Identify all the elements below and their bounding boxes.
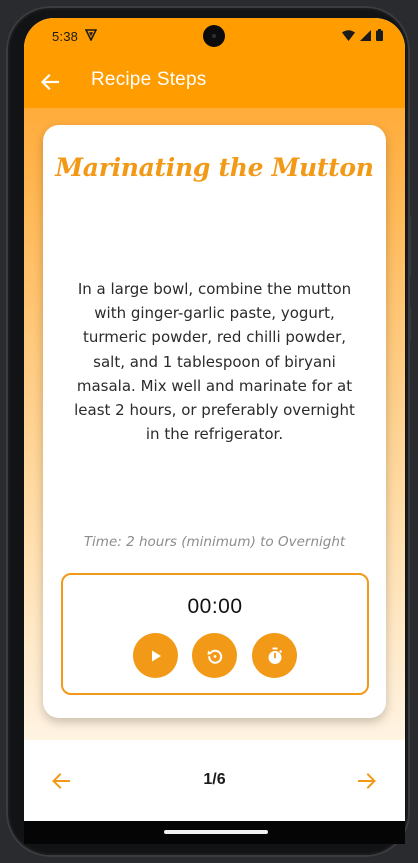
arrow-right-icon	[358, 773, 376, 789]
wifi-icon	[342, 29, 355, 41]
step-content: Marinating the Mutton In a large bowl, c…	[24, 108, 405, 740]
volume-key	[408, 216, 411, 276]
stopwatch-icon	[268, 647, 282, 664]
front-camera	[203, 25, 225, 47]
step-title: Marinating the Mutton	[55, 153, 374, 182]
battery-icon	[376, 29, 383, 41]
reset-icon	[207, 649, 222, 664]
step-description: In a large bowl, combine the mutton with…	[74, 280, 355, 444]
timer-display: 00:00	[187, 595, 243, 618]
pagination-bar: 1/6	[24, 740, 405, 821]
reset-button[interactable]	[192, 633, 237, 678]
status-time: 5:38	[52, 29, 79, 44]
status-bar: 5:38	[24, 18, 405, 54]
page-indicator: 1/6	[203, 771, 226, 788]
step-time: Time: 2 hours (minimum) to Overnight	[83, 534, 346, 550]
page-title: Recipe Steps	[91, 69, 207, 90]
arrow-back-icon	[41, 74, 59, 90]
notification-shield-icon	[85, 29, 97, 41]
play-icon	[151, 650, 161, 661]
back-button[interactable]	[36, 68, 64, 96]
home-gesture-handle[interactable]	[164, 830, 268, 834]
step-card: Marinating the Mutton In a large bowl, c…	[43, 125, 386, 718]
status-icons	[342, 29, 383, 41]
signal-icon	[360, 29, 371, 41]
play-button[interactable]	[133, 633, 178, 678]
app-bar: Recipe Steps	[24, 54, 405, 108]
phone-screen: 5:38 Recipe Steps Marinating the Mutton …	[24, 18, 405, 844]
power-key	[408, 306, 411, 342]
device-frame: 5:38 Recipe Steps Marinating the Mutton …	[6, 6, 411, 857]
next-step-button[interactable]	[353, 767, 381, 795]
stopwatch-button[interactable]	[252, 633, 297, 678]
gesture-nav-area	[24, 821, 405, 844]
timer-panel: 00:00	[61, 573, 369, 695]
